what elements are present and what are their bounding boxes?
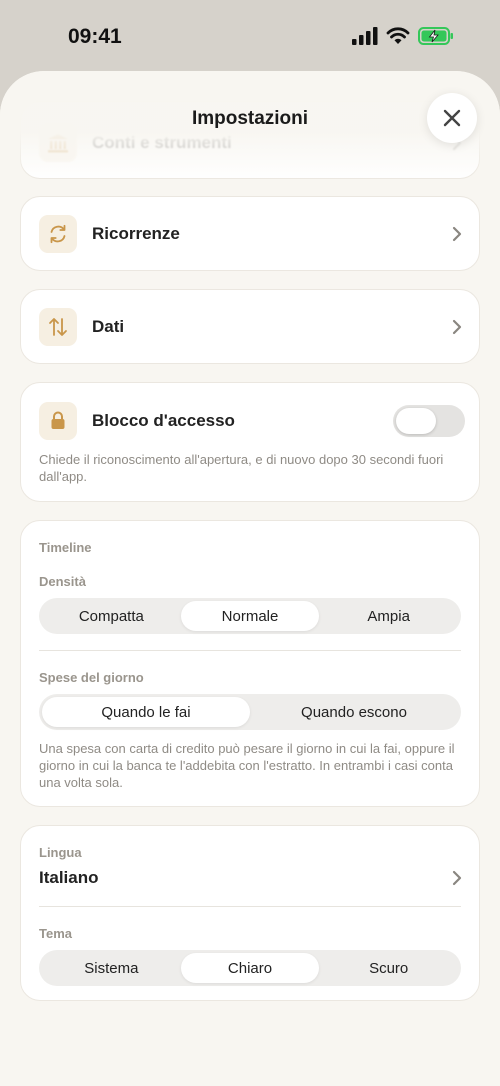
close-icon xyxy=(443,109,461,127)
transfer-arrows-icon xyxy=(39,308,77,346)
day-expenses-label: Spese del giorno xyxy=(39,670,144,685)
recurring-label: Ricorrenze xyxy=(92,224,180,243)
battery-charging-icon xyxy=(418,27,453,45)
toggle-knob xyxy=(396,408,436,434)
density-label: Densità xyxy=(39,574,86,589)
day-expenses-description: Una spesa con carta di credito può pesar… xyxy=(39,741,455,790)
lock-description: Chiede il riconoscimento all'apertura, e… xyxy=(39,452,444,484)
data-label: Dati xyxy=(92,317,125,336)
language-theme-card: Lingua Italiano Tema Sistema Chiaro Scur… xyxy=(20,825,480,1001)
recurring-row[interactable]: Ricorrenze xyxy=(39,215,465,253)
wifi-icon xyxy=(386,27,410,44)
theme-segmented-control: Sistema Chiaro Scuro xyxy=(39,950,461,986)
day-expenses-segmented-control: Quando le fai Quando escono xyxy=(39,694,461,730)
lock-row: Blocco d'accesso xyxy=(39,402,465,440)
chevron-right-icon xyxy=(449,319,465,335)
language-value: Italiano xyxy=(39,868,99,887)
theme-option-scuro[interactable]: Scuro xyxy=(319,953,458,983)
density-segmented-control: Compatta Normale Ampia xyxy=(39,598,461,634)
language-row[interactable]: Italiano xyxy=(21,864,465,892)
lock-label: Blocco d'accesso xyxy=(92,411,235,430)
status-time: 09:41 xyxy=(68,25,122,48)
day-expenses-option-when-made[interactable]: Quando le fai xyxy=(42,697,250,727)
recurring-card[interactable]: Ricorrenze xyxy=(20,196,480,271)
status-bar: 09:41 xyxy=(0,0,500,70)
timeline-title: Timeline xyxy=(39,540,92,555)
theme-option-chiaro[interactable]: Chiaro xyxy=(180,953,320,983)
accounts-label: Conti e strumenti xyxy=(92,133,232,152)
divider xyxy=(39,906,461,907)
timeline-card: Timeline Densità Compatta Normale Ampia … xyxy=(20,520,480,807)
divider xyxy=(39,650,461,651)
cellular-signal-icon xyxy=(352,27,378,45)
density-option-ampia[interactable]: Ampia xyxy=(319,601,458,631)
data-card[interactable]: Dati xyxy=(20,289,480,364)
theme-option-sistema[interactable]: Sistema xyxy=(42,953,181,983)
repeat-icon xyxy=(39,215,77,253)
language-label: Lingua xyxy=(39,845,82,860)
settings-sheet: Conti e strumenti Impostazioni Ricorrenz… xyxy=(0,71,500,1086)
page-title: Impostazioni xyxy=(191,108,309,129)
density-option-compatta[interactable]: Compatta xyxy=(42,601,181,631)
close-button[interactable] xyxy=(427,93,477,143)
chevron-right-icon xyxy=(449,870,465,886)
chevron-right-icon xyxy=(449,226,465,242)
lock-toggle[interactable] xyxy=(393,405,465,437)
theme-label: Tema xyxy=(39,926,72,941)
day-expenses-option-when-charged[interactable]: Quando escono xyxy=(250,697,458,727)
lock-icon xyxy=(39,402,77,440)
status-icons xyxy=(352,27,454,45)
data-row[interactable]: Dati xyxy=(39,308,465,346)
lock-card: Blocco d'accesso Chiede il riconosciment… xyxy=(20,382,480,502)
density-option-normale[interactable]: Normale xyxy=(180,601,320,631)
